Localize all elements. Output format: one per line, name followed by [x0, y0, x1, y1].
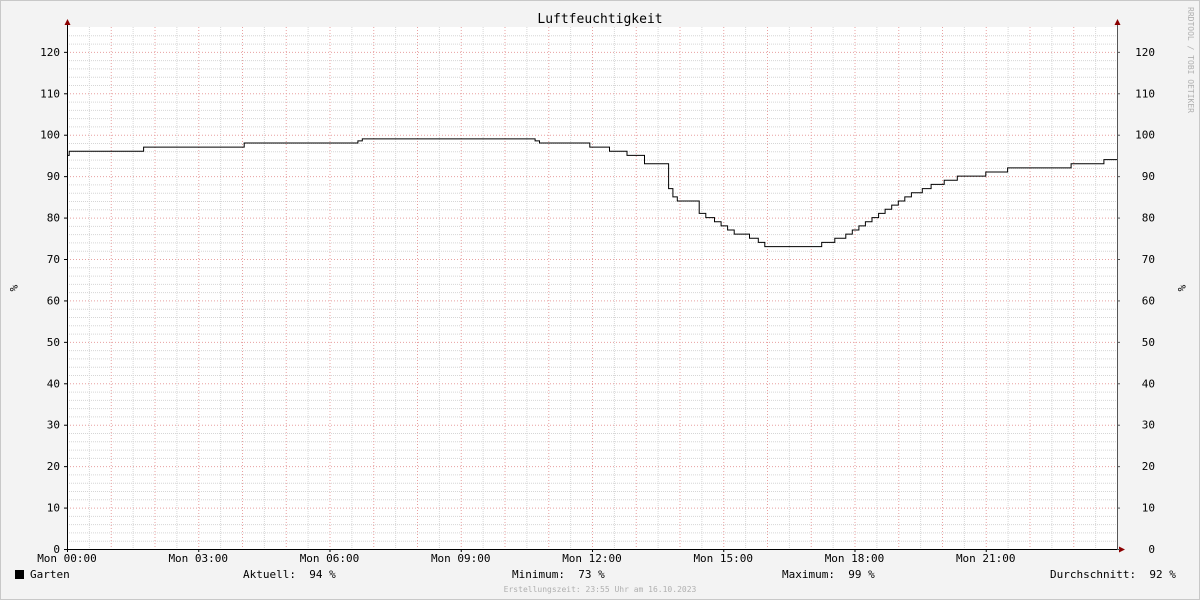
legend-row: Garten Aktuell: 94 % Minimum: 73 % Maxim…: [0, 568, 1200, 584]
y-tick-label-left: 50: [47, 336, 60, 349]
x-tick-label: Mon 12:00: [562, 552, 622, 565]
y-tick-label-left: 80: [47, 212, 60, 225]
y-axis-label-left: %: [7, 285, 20, 292]
y-tick-label-right: 90: [1142, 170, 1155, 183]
x-tick-label: Mon 03:00: [168, 552, 228, 565]
y-tick-label-right: 80: [1142, 212, 1155, 225]
legend-average: Durchschnitt: 92 %: [1050, 568, 1176, 581]
legend-series: Garten: [15, 568, 70, 581]
legend-minimum: Minimum: 73 %: [512, 568, 605, 581]
y-tick-label-left: 110: [40, 87, 60, 100]
legend-min-value: 73 %: [578, 568, 605, 581]
legend-swatch: [15, 570, 24, 579]
y-tick-label-right: 40: [1142, 377, 1155, 390]
y-tick-label-left: 10: [47, 502, 60, 515]
legend-avg-label: Durchschnitt:: [1050, 568, 1137, 581]
chart-title: Luftfeuchtigkeit: [537, 12, 662, 27]
x-tick-label: Mon 00:00: [37, 552, 97, 565]
x-tick-label: Mon 21:00: [956, 552, 1016, 565]
legend-max-value: 99 %: [848, 568, 875, 581]
left-axis-arrow: [64, 19, 71, 25]
y-tick-label-right: 100: [1135, 129, 1155, 142]
y-tick-label-left: 60: [47, 294, 60, 307]
x-tick-label: Mon 09:00: [431, 552, 491, 565]
x-tick-label: Mon 18:00: [825, 552, 885, 565]
y-tick-label-right: 10: [1142, 502, 1155, 515]
legend-current-value: 94 %: [309, 568, 336, 581]
humidity-chart: 0 010 1020 2030 3040 4050 5060 6070 7080 8090 9010…: [7, 7, 1195, 565]
x-tick-label: Mon 15:00: [693, 552, 753, 565]
legend-min-label: Minimum:: [512, 568, 565, 581]
y-tick-label-left: 70: [47, 253, 60, 266]
legend-current: Aktuell: 94 %: [243, 568, 336, 581]
y-tick-label-right: 30: [1142, 419, 1155, 432]
legend-maximum: Maximum: 99 %: [782, 568, 875, 581]
legend-max-label: Maximum:: [782, 568, 835, 581]
y-tick-label-right: 60: [1142, 294, 1155, 307]
creation-time: Erstellungszeit: 23:55 Uhr am 16.10.2023: [503, 585, 697, 594]
y-tick-label-right: 50: [1142, 336, 1155, 349]
y-tick-label-right: 0: [1148, 543, 1155, 556]
y-tick-label-left: 90: [47, 170, 60, 183]
y-tick-label-left: 30: [47, 419, 60, 432]
legend-series-name: Garten: [30, 568, 70, 581]
y-tick-label-right: 120: [1135, 46, 1155, 59]
legend-avg-value: 92 %: [1149, 568, 1176, 581]
legend-current-label: Aktuell:: [243, 568, 296, 581]
y-tick-label-left: 20: [47, 460, 60, 473]
y-tick-label-right: 110: [1135, 87, 1155, 100]
right-axis-arrow: [1114, 19, 1121, 25]
y-tick-label-left: 100: [40, 129, 60, 142]
x-tick-label: Mon 06:00: [300, 552, 360, 565]
y-axis-label-right: %: [1175, 285, 1188, 292]
watermark: RRDTOOL / TOBI OETIKER: [1186, 7, 1195, 113]
y-tick-label-left: 40: [47, 377, 60, 390]
y-tick-label-right: 20: [1142, 460, 1155, 473]
y-tick-label-right: 70: [1142, 253, 1155, 266]
y-tick-label-left: 120: [40, 46, 60, 59]
